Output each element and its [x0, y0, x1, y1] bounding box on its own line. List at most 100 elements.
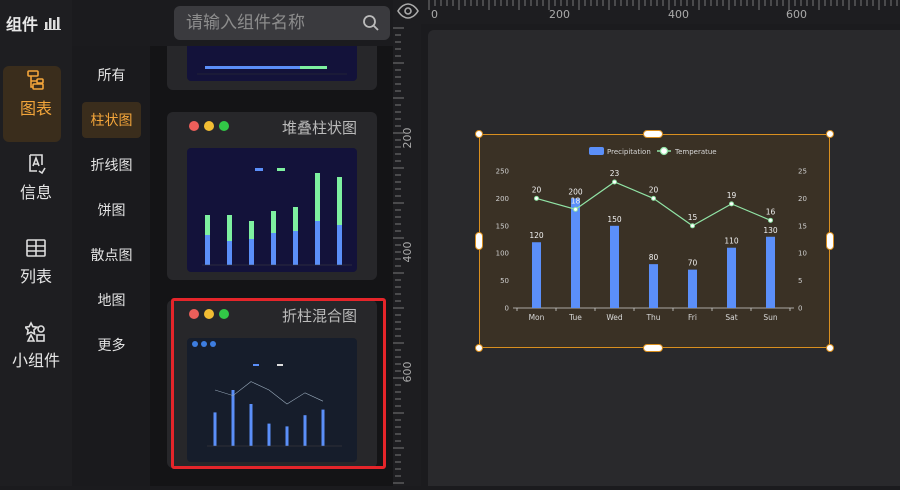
nav-item-label: 小组件	[11, 351, 60, 370]
thumb-bar	[321, 409, 325, 446]
x-axis-label: Wed	[606, 313, 623, 322]
x-axis-label: Sun	[763, 313, 778, 322]
x-axis-label: Mon	[529, 313, 545, 322]
widget-shapes-icon	[25, 321, 45, 342]
line-data-label: 18	[571, 196, 581, 205]
category-all[interactable]: 所有	[82, 57, 141, 93]
resize-handle-bottom[interactable]	[643, 344, 663, 352]
thumb-bar-bottom	[315, 221, 320, 265]
bar-data-label: 80	[649, 253, 659, 262]
component-card[interactable]	[167, 46, 377, 90]
category-bar[interactable]: 柱状图	[82, 102, 141, 138]
y-axis-right-tick: 0	[798, 305, 802, 313]
thumb-bar	[249, 404, 253, 446]
thumb-bar-top	[249, 221, 254, 239]
resize-handle-left[interactable]	[475, 232, 483, 250]
bar-data-label: 110	[724, 237, 739, 246]
resize-handle-right[interactable]	[826, 232, 834, 250]
y-axis-left-tick: 0	[505, 305, 509, 313]
y-axis-right-tick: 15	[798, 222, 807, 230]
component-card-stacked-bar[interactable]: 堆叠柱状图	[167, 112, 377, 280]
bar-precipitation[interactable]	[571, 198, 580, 308]
component-list: 堆叠柱状图 折柱混合图	[150, 46, 393, 486]
horizontal-ruler[interactable]: 0 200 400 600	[421, 0, 900, 24]
search-input[interactable]	[186, 13, 362, 33]
line-point-temperature[interactable]	[534, 195, 539, 201]
nav-item-info[interactable]: 信息	[0, 140, 72, 216]
card-header: 堆叠柱状图	[167, 112, 377, 140]
search-icon[interactable]	[362, 14, 380, 32]
chart-category-list: 所有 柱状图 折线图 饼图 散点图 地图 更多	[72, 46, 150, 486]
line-data-label: 23	[610, 169, 620, 178]
bar-precipitation[interactable]	[766, 236, 775, 308]
category-map[interactable]: 地图	[82, 282, 141, 318]
nav-item-label: 列表	[19, 267, 52, 286]
category-line[interactable]: 折线图	[82, 147, 141, 183]
component-card-bar-line-mix[interactable]: 折柱混合图	[167, 300, 377, 468]
minimize-dot-icon	[204, 309, 214, 319]
line-point-temperature[interactable]	[651, 195, 656, 201]
eye-icon[interactable]	[396, 0, 420, 22]
search-box	[174, 6, 390, 40]
x-axis-label: Fri	[688, 313, 697, 322]
bar-precipitation[interactable]	[649, 264, 658, 308]
minimize-dot-icon	[204, 121, 214, 131]
horizontal-ruler-scale: 0 200 400 600	[428, 0, 898, 21]
vertical-ruler[interactable]: 200 400 600	[393, 0, 421, 486]
nav-item-list[interactable]: 列表	[0, 224, 72, 300]
bar-precipitation[interactable]	[688, 269, 697, 308]
nav-item-label: 图表	[19, 99, 52, 118]
bar-precipitation[interactable]	[532, 242, 541, 308]
legend-swatch-precipitation	[589, 147, 604, 155]
thumb-bar-top	[271, 211, 276, 233]
y-axis-right-tick: 25	[798, 168, 807, 176]
thumb-bar-bottom	[205, 235, 210, 265]
line-point-temperature[interactable]	[690, 223, 695, 229]
y-axis-left-tick: 100	[496, 250, 509, 258]
ruler-label: 200	[549, 8, 570, 21]
maximize-dot-icon	[219, 309, 229, 319]
ruler-label: 0	[431, 8, 438, 21]
ruler-label: 200	[401, 128, 414, 149]
y-axis-left-tick: 150	[496, 222, 509, 230]
vertical-ruler-scale: 200 400 600	[393, 27, 414, 484]
category-scatter[interactable]: 散点图	[82, 237, 141, 273]
bar-data-label: 200	[568, 187, 583, 196]
close-dot-icon	[189, 309, 199, 319]
y-axis-right-tick: 5	[798, 277, 802, 285]
line-data-label: 15	[688, 213, 698, 222]
bar-line-mix-chart[interactable]: Precipitation Temperatue 050100150200250…	[479, 134, 830, 348]
category-nav: 图表 信息 列表 小组件	[0, 46, 72, 486]
resize-handle-top-left[interactable]	[475, 130, 483, 138]
bar-precipitation[interactable]	[610, 225, 619, 308]
card-title: 折柱混合图	[281, 307, 357, 325]
x-axis-label: Tue	[568, 313, 582, 322]
thumb-bar-bottom	[227, 241, 232, 265]
legend-label-precipitation: Precipitation	[607, 148, 651, 156]
maximize-dot-icon	[219, 121, 229, 131]
resize-handle-bottom-left[interactable]	[475, 344, 483, 352]
resize-handle-top[interactable]	[643, 130, 663, 138]
nav-item-charts[interactable]: 图表	[0, 56, 72, 142]
y-axis-right-tick: 10	[798, 250, 807, 258]
thumb-bar	[285, 426, 289, 446]
thumb-bar-top	[227, 215, 232, 241]
category-more[interactable]: 更多	[82, 327, 141, 363]
text-info-icon	[29, 154, 46, 175]
nav-item-widgets[interactable]: 小组件	[0, 308, 72, 384]
line-point-temperature[interactable]	[573, 206, 578, 212]
ruler-label: 400	[668, 8, 689, 21]
line-data-label: 16	[766, 207, 776, 216]
resize-handle-top-right[interactable]	[826, 130, 834, 138]
line-point-temperature[interactable]	[612, 179, 617, 185]
resize-handle-bottom-right[interactable]	[826, 344, 834, 352]
line-point-temperature[interactable]	[768, 217, 773, 223]
thumb-bar-top	[315, 173, 320, 221]
category-pie[interactable]: 饼图	[82, 192, 141, 228]
line-data-label: 20	[532, 185, 542, 194]
thumb-bar	[267, 423, 271, 446]
bar-precipitation[interactable]	[727, 247, 736, 308]
thumb-bar-top	[205, 215, 210, 235]
line-point-temperature[interactable]	[729, 201, 734, 207]
ruler-label: 600	[401, 362, 414, 383]
